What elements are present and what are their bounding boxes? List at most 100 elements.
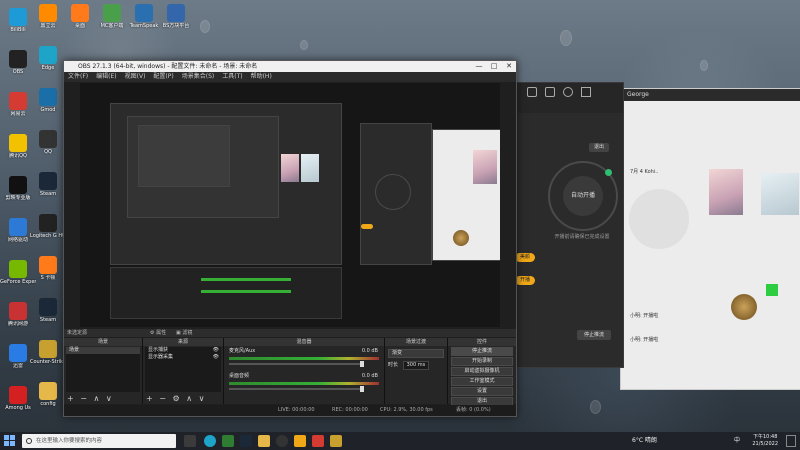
scene-list-controls[interactable]: + − ∧ ∨ [67, 394, 114, 403]
desktop-icon[interactable]: QQ [30, 130, 66, 155]
desktop-icon[interactable]: Edge [30, 46, 66, 71]
live-timer: LIVE: 00:00:00 [278, 407, 315, 413]
obs-window[interactable]: OBS 27.1.3 (64-bit, windows) - 配置文件: 未命名… [63, 60, 517, 417]
scenes-header: 场景 [64, 338, 142, 346]
properties-button[interactable]: ⚙ 属性 [150, 329, 166, 337]
beauty-button[interactable]: 美颜 [515, 253, 536, 262]
chat-window-back[interactable]: George 7月 4 Kohi.. 小明: 开播啦 小明: 开播啦 [620, 88, 800, 390]
close-button[interactable]: ✕ [502, 61, 516, 72]
desktop-icon-label: 桌面 [74, 23, 85, 29]
exit-button[interactable]: 退出 [589, 143, 609, 152]
desktop-icon[interactable]: Counter-Strike Global Off... [30, 340, 66, 365]
wechat-icon[interactable] [222, 435, 234, 447]
edge-icon[interactable] [204, 435, 216, 447]
transition-select[interactable]: 渐变 [388, 349, 444, 358]
desktop-icon-label: Gmod [40, 107, 56, 113]
desktop-icon[interactable]: S 卡顿 [30, 256, 66, 281]
obs-menu-item[interactable]: 视图(V) [121, 72, 150, 82]
share-icon[interactable] [581, 87, 591, 97]
stop-stream-button[interactable]: 停止推流 [577, 330, 611, 340]
app-icon [39, 298, 57, 316]
desktop-icon-label: Edge [41, 65, 55, 71]
volume-slider[interactable] [229, 386, 364, 392]
source-item[interactable]: 显示器采集 👁 [145, 354, 221, 361]
desktop-icon[interactable]: Gmod [30, 88, 66, 113]
netease-taskbar-icon[interactable] [312, 435, 324, 447]
obs-menu-item[interactable]: 文件(F) [64, 72, 92, 82]
obs-preview[interactable] [80, 83, 500, 327]
live-button[interactable]: 开播 [515, 276, 536, 285]
source-item[interactable]: 显示捕获 👁 [145, 347, 221, 354]
obs-status-bar: LIVE: 00:00:00 REC: 00:00:00 CPU: 2.9%, … [64, 405, 516, 416]
virtual-camera-button[interactable]: 启动虚拟摄像机 [451, 367, 513, 376]
gift-icon[interactable] [545, 87, 555, 97]
desktop-icon[interactable]: Steam [30, 172, 66, 197]
volume-slider[interactable] [229, 361, 364, 367]
obs-menu-item[interactable]: 场景集合(S) [178, 72, 219, 82]
app-icon [39, 382, 57, 400]
desktop-icon-label: config [40, 401, 56, 407]
app-icon [9, 218, 27, 236]
obs-menu-item[interactable]: 帮助(H) [247, 72, 276, 82]
desktop-icon-label: BS方块平台 [162, 23, 190, 29]
scene-item[interactable]: 场景 [66, 347, 140, 354]
desktop-icon-label: TeamSpeak [129, 23, 159, 29]
app-icon [39, 88, 57, 106]
desktop-icon[interactable]: 鼎立云 [30, 4, 66, 29]
studio-mode-button[interactable]: 工作室模式 [451, 377, 513, 386]
obs-menu-item[interactable]: 编辑(E) [92, 72, 120, 82]
clock-time: 下午10:48 [752, 434, 778, 440]
app-icon [71, 4, 89, 22]
obs-menu-bar: 文件(F) 编辑(E) 视图(V) 配置(P) 场景集合(S) 工具(T) 帮助(H) [64, 72, 516, 82]
desktop-icon-label: S 卡顿 [40, 275, 56, 281]
live-app-window[interactable]: 退出 自动开播 开播前请确保已完成设置 美颜 开播 停止推流 [512, 82, 624, 368]
system-clock[interactable]: 下午10:48 21/5/2022 [752, 434, 778, 448]
dropped-frames: 丢帧: 0 (0.0%) [456, 407, 491, 413]
chat-message: 小明: 开播啦 [630, 313, 659, 319]
obs-menu-item[interactable]: 工具(T) [218, 72, 246, 82]
desktop-icon[interactable]: Logitech G HUB [30, 214, 66, 239]
clock-date: 21/5/2022 [752, 441, 778, 447]
start-recording-button[interactable]: 开始录制 [451, 357, 513, 366]
app-icon [135, 4, 153, 22]
steam-icon[interactable] [240, 435, 252, 447]
desktop-icon-label: Steam [39, 191, 57, 197]
settings-button[interactable]: 设置 [451, 387, 513, 396]
profile-photo [761, 173, 799, 215]
mixer-track-name: 桌面音频 0.0 dB [229, 373, 378, 379]
app-icon [39, 256, 57, 274]
desktop-icon[interactable]: 桌面 [62, 4, 98, 29]
stop-streaming-button[interactable]: 停止推流 [451, 347, 513, 356]
auto-live-dial[interactable]: 自动开播 [548, 161, 618, 231]
eye-icon[interactable]: 👁 [213, 347, 219, 354]
weather-widget[interactable]: 6°C 晴朗 [632, 432, 657, 450]
maximize-button[interactable]: □ [487, 61, 501, 72]
eye-icon[interactable]: 👁 [213, 354, 219, 361]
taskbar-search-input[interactable]: 在这里输入你要搜索的内容 [22, 434, 176, 448]
desktop-icon[interactable]: MC客户端 [94, 4, 130, 29]
notification-icon[interactable] [786, 435, 796, 447]
home-icon[interactable] [527, 87, 537, 97]
obs-menu-item[interactable]: 配置(P) [149, 72, 177, 82]
bell-icon[interactable] [563, 87, 573, 97]
windows-start-icon[interactable] [4, 435, 15, 446]
desktop-icon[interactable]: BS方块平台 [158, 4, 194, 29]
minimize-button[interactable]: — [472, 61, 486, 72]
sources-dock: 来源 显示捕获 👁 显示器采集 👁 + − ⚙ ∧ ∨ [143, 338, 224, 404]
desktop-icon[interactable]: TeamSpeak [126, 4, 162, 29]
csgo-taskbar-icon[interactable] [330, 435, 342, 447]
obs-title-bar[interactable]: OBS 27.1.3 (64-bit, windows) - 配置文件: 未命名… [64, 61, 516, 72]
file-explorer-icon[interactable] [258, 435, 270, 447]
controls-dock: 控件 停止推流 开始录制 启动虚拟摄像机 工作室模式 设置 退出 [448, 338, 516, 406]
source-name: 显示器采集 [148, 354, 174, 360]
desktop-icon[interactable]: config [30, 382, 66, 407]
task-view-icon[interactable] [184, 435, 196, 447]
input-language[interactable]: 中 [734, 432, 740, 450]
avatar [731, 294, 757, 320]
duration-input[interactable]: 300 ms [402, 361, 430, 370]
live-app-taskbar-icon[interactable] [294, 435, 306, 447]
filters-button[interactable]: ▣ 滤镜 [176, 329, 192, 337]
source-list-controls[interactable]: + − ⚙ ∧ ∨ [146, 394, 206, 403]
obs-taskbar-icon[interactable] [276, 435, 288, 447]
desktop-icon[interactable]: Steam [30, 298, 66, 323]
